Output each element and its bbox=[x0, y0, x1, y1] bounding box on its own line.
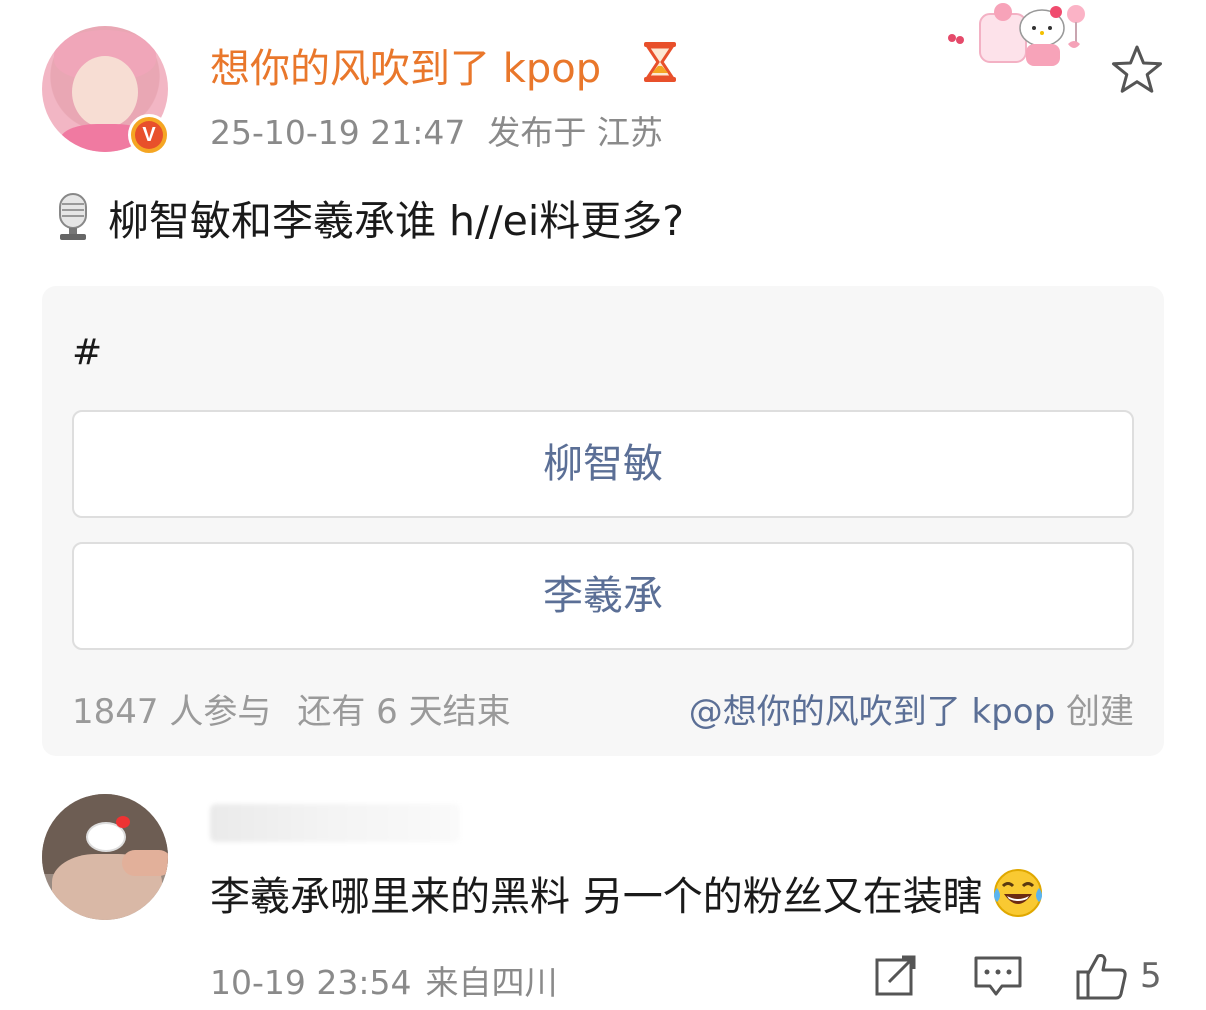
comment-meta: 10-19 23:54 来自四川 bbox=[210, 956, 557, 1004]
comment-time: 10-19 23:54 bbox=[210, 963, 412, 1002]
hello-kitty-sticker-icon bbox=[948, 3, 1085, 66]
comment-location: 来自四川 bbox=[425, 963, 558, 1002]
post-meta: 25-10-19 21:47 发布于 江苏 bbox=[210, 106, 663, 154]
commenter-name-redacted bbox=[210, 804, 460, 842]
repost-icon[interactable] bbox=[872, 952, 920, 1000]
poll-creator-mention[interactable]: @想你的风吹到了 kpop bbox=[689, 692, 1055, 732]
poll-creator: @想你的风吹到了 kpop 创建 bbox=[689, 684, 1134, 733]
laugh-cry-emoji-icon bbox=[993, 869, 1042, 917]
star-icon[interactable] bbox=[1110, 44, 1164, 96]
poll-creator-suffix: 创建 bbox=[1055, 692, 1134, 732]
post-location: 发布于 江苏 bbox=[487, 113, 663, 152]
post-text: 柳智敏和李羲承谁 h//ei料更多? bbox=[108, 197, 685, 245]
like-count: 5 bbox=[1140, 956, 1162, 996]
poll-footer: 1847 人参与 还有 6 天结束 @想你的风吹到了 kpop 创建 bbox=[72, 684, 1134, 733]
poll-time-remaining: 还有 6 天结束 bbox=[297, 692, 511, 732]
hair-clip-bow bbox=[116, 816, 130, 828]
poll-option-button[interactable]: 柳智敏 bbox=[72, 410, 1134, 518]
commenter-avatar[interactable] bbox=[42, 794, 168, 920]
author-name[interactable]: 想你的风吹到了 kpop bbox=[210, 36, 601, 94]
post-time: 25-10-19 21:47 bbox=[210, 113, 466, 152]
comment-body: 李羲承哪里来的黑料 另一个的粉丝又在装瞎 bbox=[210, 864, 1045, 922]
comment-text: 李羲承哪里来的黑料 另一个的粉丝又在装瞎 bbox=[210, 874, 983, 920]
verified-v-badge-icon: V bbox=[128, 114, 170, 156]
poll-card: # 柳智敏 李羲承 1847 人参与 还有 6 天结束 @想你的风吹到了 kpop… bbox=[42, 286, 1164, 756]
avatar-finger bbox=[122, 850, 168, 876]
poll-option-button[interactable]: 李羲承 bbox=[72, 542, 1134, 650]
post-body: 柳智敏和李羲承谁 h//ei料更多? bbox=[52, 192, 684, 245]
poll-participants: 1847 人参与 bbox=[72, 692, 272, 732]
verified-badge-letter: V bbox=[135, 121, 163, 149]
reply-icon[interactable] bbox=[972, 952, 1024, 1000]
microphone-icon bbox=[59, 193, 87, 240]
avatar-face bbox=[72, 56, 138, 128]
thumbs-up-icon[interactable] bbox=[1074, 952, 1128, 1002]
hourglass-icon bbox=[644, 42, 676, 82]
poll-hashtag[interactable]: # bbox=[72, 332, 102, 373]
